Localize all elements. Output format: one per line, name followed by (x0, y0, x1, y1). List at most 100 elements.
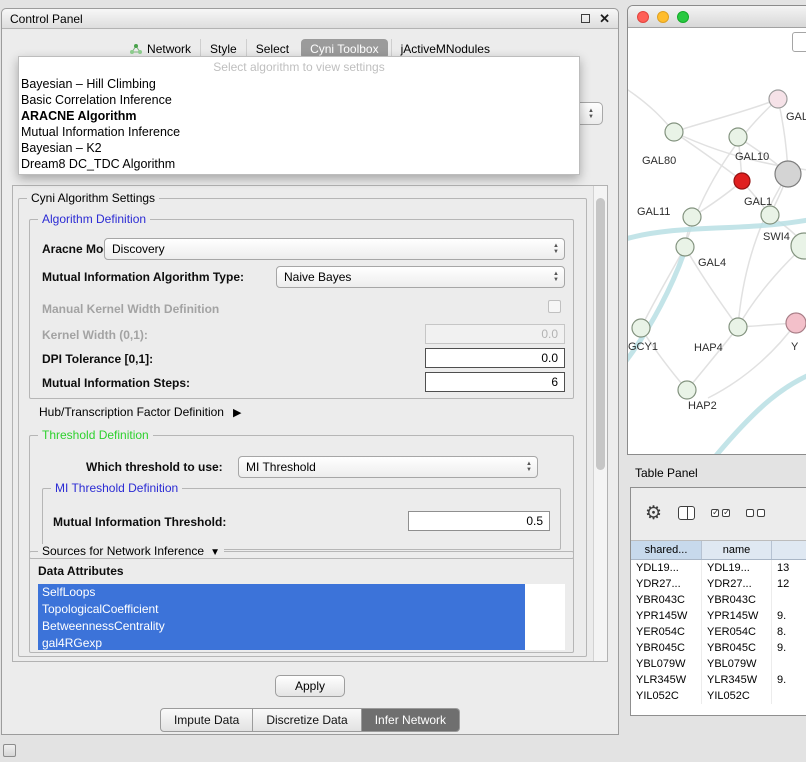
table-cell: YDL19... (702, 560, 772, 576)
aracne-mode-combo[interactable]: Discovery (104, 238, 565, 260)
network-node[interactable] (775, 161, 801, 187)
attribute-item[interactable]: SelfLoops (38, 584, 525, 601)
network-edge (714, 368, 806, 455)
tab-infer-network[interactable]: Infer Network (362, 708, 460, 732)
algorithm-popup-list: Bayesian – Hill ClimbingBasic Correlatio… (19, 76, 579, 172)
algorithm-option[interactable]: ARACNE Algorithm (19, 108, 579, 124)
mac-zoom-button[interactable] (677, 11, 689, 23)
sources-group-title[interactable]: Sources for Network Inference (38, 544, 224, 558)
network-window-titlebar (628, 6, 806, 28)
network-node[interactable] (786, 313, 806, 333)
tab-impute-data[interactable]: Impute Data (160, 708, 253, 732)
select-all-columns-icon[interactable] (711, 509, 730, 517)
network-node[interactable] (632, 319, 650, 337)
attribute-item[interactable]: TopologicalCoefficient (38, 601, 525, 618)
data-attributes-list: SelfLoopsTopologicalCoefficientBetweenne… (38, 584, 565, 650)
table-cell: 9. (772, 672, 806, 688)
network-node[interactable] (676, 238, 694, 256)
dpi-tolerance-label: DPI Tolerance [0,1]: (42, 352, 153, 366)
table-row[interactable]: YBR043CYBR043C (631, 592, 806, 608)
collapsed-panel-icon[interactable] (3, 744, 16, 757)
scrollbar-thumb[interactable] (596, 198, 605, 470)
mac-minimize-button[interactable] (657, 11, 669, 23)
cyni-settings-group: Cyni Algorithm Settings Algorithm Defini… (18, 198, 587, 657)
attribute-item[interactable]: BetweennessCentrality (38, 618, 525, 635)
settings-scrollbar[interactable] (593, 186, 607, 661)
algorithm-dropdown-popup: Select algorithm to view settings Bayesi… (18, 56, 580, 175)
float-window-icon[interactable] (581, 14, 590, 23)
attribute-item[interactable]: gal4RGexp (38, 635, 525, 650)
column-header-shared[interactable]: shared... (631, 541, 702, 559)
table-cell: YDR27... (631, 576, 702, 592)
algorithm-option[interactable]: Bayesian – Hill Climbing (19, 76, 579, 92)
table-row[interactable]: YBR045CYBR045C9. (631, 640, 806, 656)
mi-type-combo[interactable]: Naive Bayes (276, 266, 565, 288)
table-cell: YBR045C (631, 640, 702, 656)
network-node[interactable] (761, 206, 779, 224)
table-row[interactable]: YDR27...YDR27...12 (631, 576, 806, 592)
manual-kernel-checkbox[interactable] (548, 300, 561, 313)
network-node[interactable] (769, 90, 787, 108)
tab-discretize-data[interactable]: Discretize Data (253, 708, 361, 732)
kernel-width-field[interactable] (425, 324, 565, 344)
network-edge (628, 86, 674, 132)
algorithm-option[interactable]: Mutual Information Inference (19, 124, 579, 140)
threshold-definition-group: Threshold Definition Which threshold to … (29, 435, 574, 559)
table-body: YDL19...YDL19...13YDR27...YDR27...12YBR0… (631, 560, 806, 715)
algorithm-definition-group: Algorithm Definition Aracne Mode: Discov… (29, 219, 574, 399)
apply-button[interactable]: Apply (275, 675, 345, 697)
table-cell: 9. (772, 608, 806, 624)
algorithm-combo-fragment[interactable] (579, 102, 603, 125)
combo-arrows-icon (553, 243, 559, 255)
which-threshold-combo[interactable]: MI Threshold (238, 456, 538, 478)
table-cell: YLR345W (631, 672, 702, 688)
table-panel-window: ⚙ shared... name YDL19...YDL19...13YDR27… (630, 487, 806, 716)
mi-threshold-field[interactable] (408, 511, 550, 531)
network-node[interactable] (683, 208, 701, 226)
mi-type-label: Mutual Information Algorithm Type: (42, 270, 244, 284)
network-node[interactable] (734, 173, 750, 189)
window-title: Control Panel (10, 12, 83, 26)
cyni-bottom-tabs: Impute Data Discretize Data Infer Networ… (2, 708, 618, 732)
table-toolbar: ⚙ (631, 488, 806, 538)
table-header: shared... name (631, 540, 806, 560)
table-row[interactable]: YPR145WYPR145W9. (631, 608, 806, 624)
network-node[interactable] (665, 123, 683, 141)
dropdown-hint: Select algorithm to view settings (19, 59, 579, 76)
network-graph[interactable]: GALGAL80GAL10GAL11GAL1SWI4GAL4GCY1HAP4YH… (628, 28, 806, 455)
node-label: SWI4 (763, 231, 790, 243)
deselect-all-columns-icon[interactable] (746, 509, 765, 517)
table-row[interactable]: YDL19...YDL19...13 (631, 560, 806, 576)
algorithm-option[interactable]: Bayesian – K2 (19, 140, 579, 156)
table-row[interactable]: YLR345WYLR345W9. (631, 672, 806, 688)
close-icon[interactable]: ✕ (599, 12, 610, 25)
table-row[interactable]: YER054CYER054C8. (631, 624, 806, 640)
column-header-name[interactable]: name (702, 541, 772, 559)
settings-scrollpane: Cyni Algorithm Settings Algorithm Defini… (12, 185, 608, 662)
mi-threshold-label: Mutual Information Threshold: (53, 515, 226, 529)
columns-icon[interactable] (678, 506, 695, 520)
table-row[interactable]: YIL052CYIL052C (631, 688, 806, 704)
node-label: Y (791, 341, 799, 353)
network-node[interactable] (791, 233, 806, 259)
cyni-group-title: Cyni Algorithm Settings (27, 191, 159, 205)
network-node[interactable] (729, 128, 747, 146)
gear-icon[interactable]: ⚙ (645, 504, 662, 523)
network-overview-box[interactable] (792, 32, 806, 52)
table-row[interactable]: YBL079WYBL079W (631, 656, 806, 672)
node-label: GAL80 (642, 155, 676, 167)
algorithm-option[interactable]: Dream8 DC_TDC Algorithm (19, 156, 579, 172)
combo-arrows-icon (553, 271, 559, 283)
hub-definition-toggle[interactable]: Hub/Transcription Factor Definition (39, 405, 241, 419)
node-label: GAL4 (698, 257, 726, 269)
dpi-tolerance-field[interactable] (425, 348, 565, 368)
mi-steps-field[interactable] (425, 372, 565, 392)
network-node[interactable] (729, 318, 747, 336)
which-threshold-value: MI Threshold (246, 460, 316, 474)
combo-arrows-icon (526, 461, 532, 473)
tab-label: Network (147, 42, 191, 56)
column-header-extra[interactable] (772, 541, 806, 559)
algorithm-option[interactable]: Basic Correlation Inference (19, 92, 579, 108)
network-node[interactable] (678, 381, 696, 399)
mac-close-button[interactable] (637, 11, 649, 23)
